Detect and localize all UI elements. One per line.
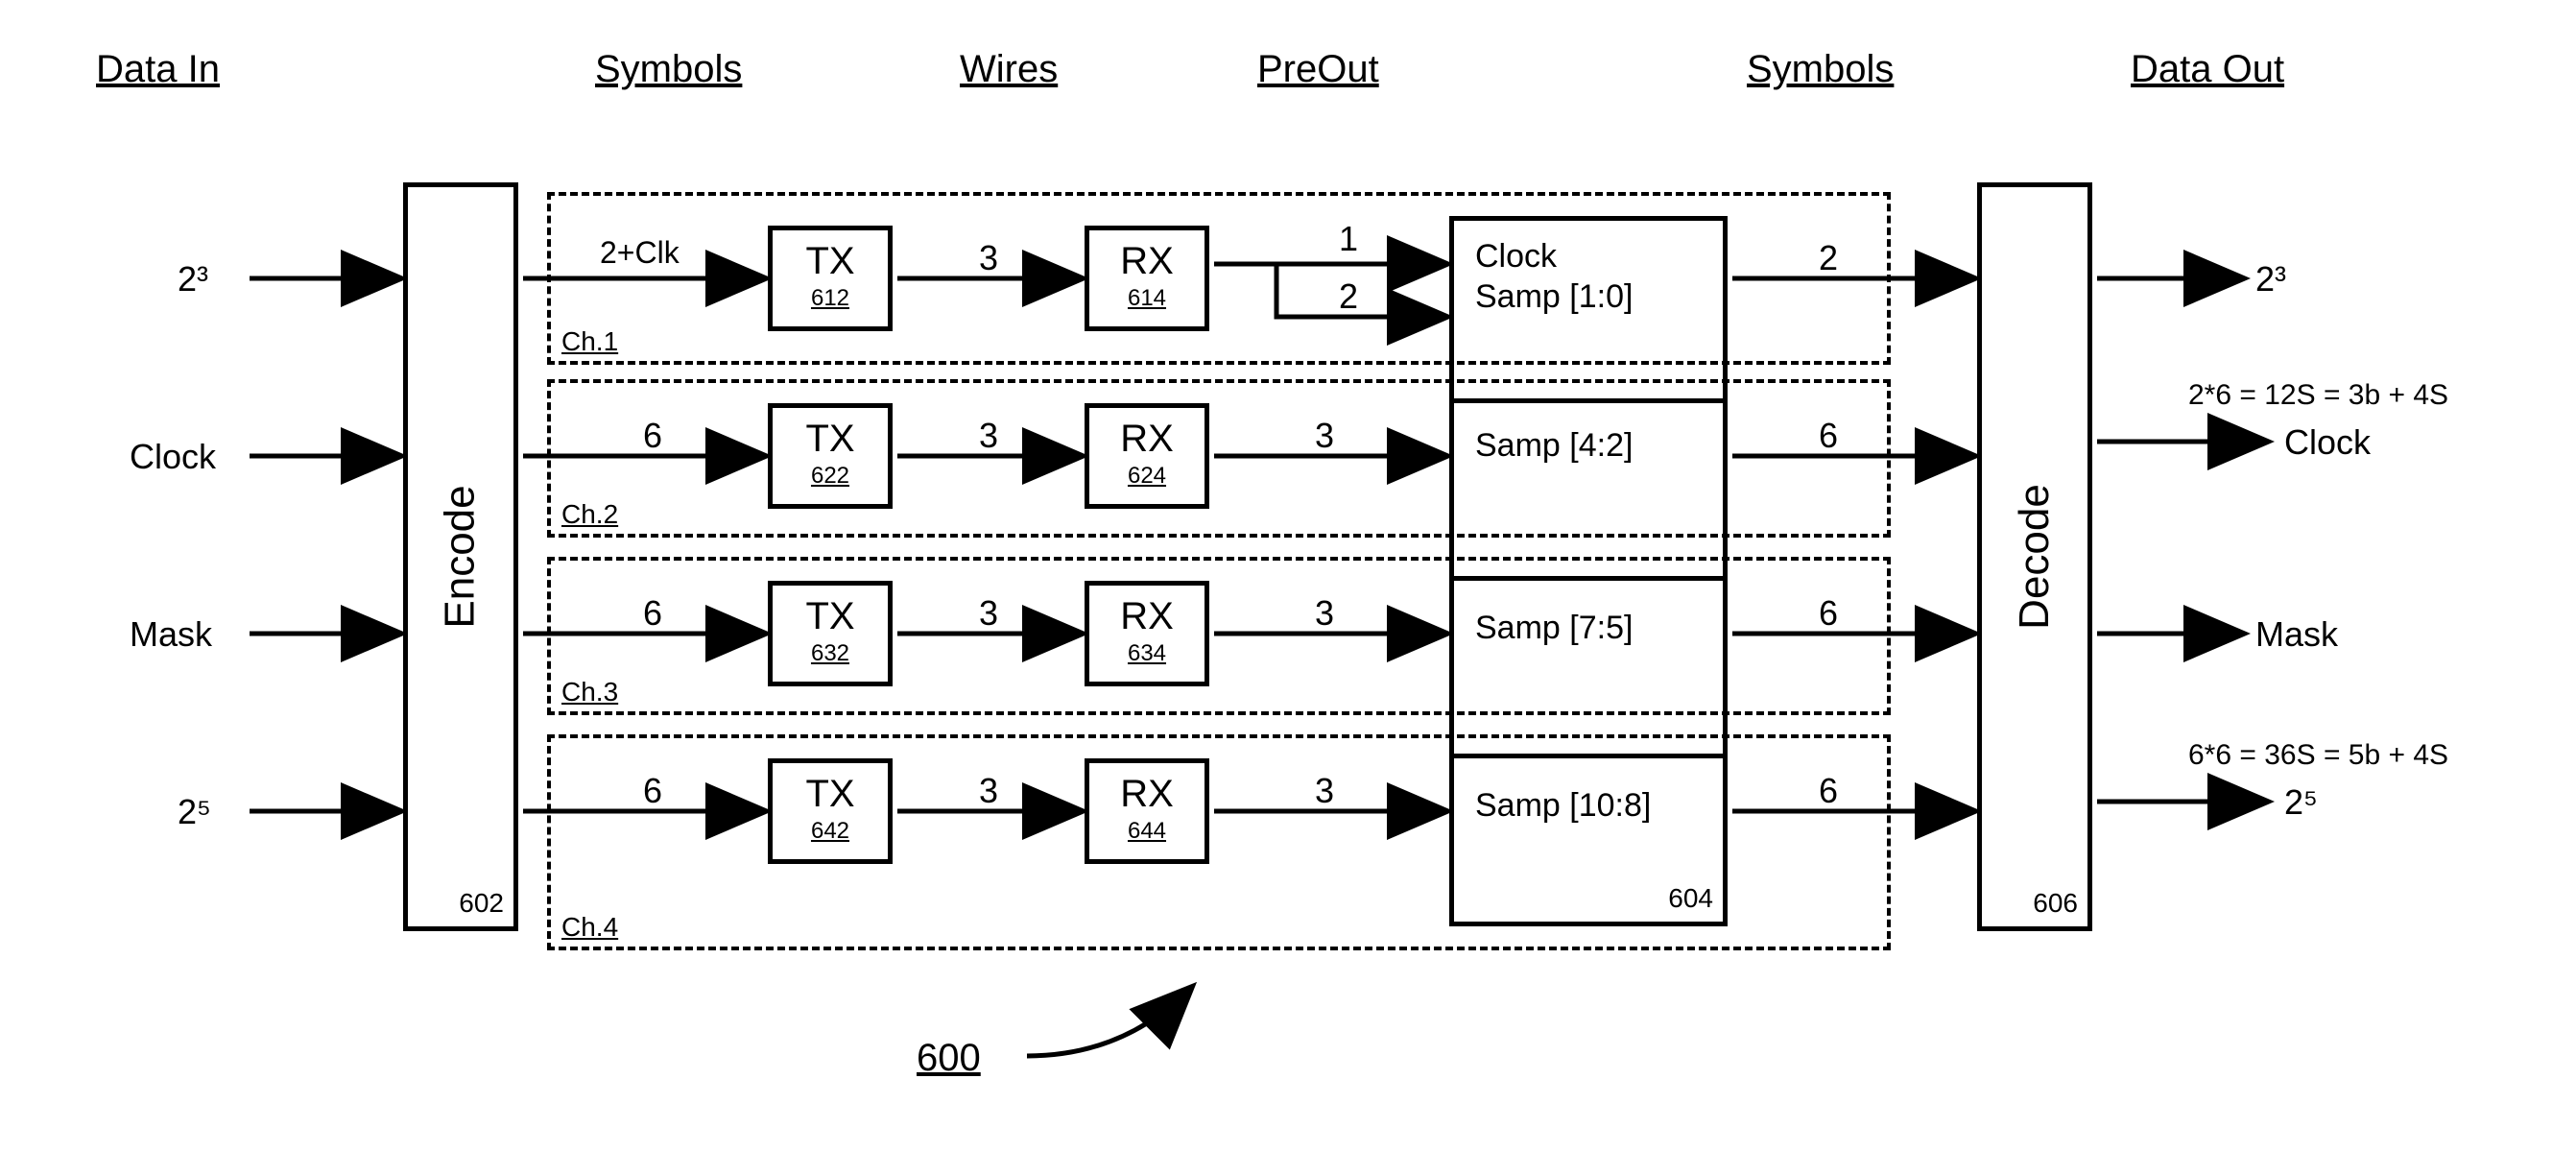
decode-num: 606 [2033, 888, 2078, 919]
encode-num: 602 [459, 888, 504, 919]
tx-622-num: 622 [773, 463, 888, 490]
input-mask: Mask [130, 614, 212, 655]
rx-624-label: RX [1089, 418, 1205, 461]
ch2-symIn: 6 [643, 416, 662, 456]
tx-632-label: TX [773, 595, 888, 638]
header-wires: Wires [960, 48, 1058, 91]
header-data-out: Data Out [2131, 48, 2284, 91]
tx-622-label: TX [773, 418, 888, 461]
encode-block: Encode 602 [403, 182, 518, 931]
tx-612: TX 612 [768, 226, 893, 331]
ch1-pre2: 2 [1339, 276, 1358, 317]
ch1-label: Ch.1 [561, 326, 618, 357]
tx-622: TX 622 [768, 403, 893, 509]
ch3-wires: 3 [979, 593, 998, 634]
ch1-dash [547, 192, 1891, 365]
output-23: 2³ [2255, 259, 2286, 300]
rx-634: RX 634 [1085, 581, 1209, 686]
output-eq1: 2*6 = 12S = 3b + 4S [2188, 379, 2448, 412]
ch2-pre: 3 [1315, 416, 1334, 456]
rx-634-label: RX [1089, 595, 1205, 638]
encode-label: Encode [437, 485, 485, 628]
tx-642-num: 642 [773, 818, 888, 845]
input-clock: Clock [130, 437, 216, 477]
ch1-pre1: 1 [1339, 219, 1358, 259]
output-eq2: 6*6 = 36S = 5b + 4S [2188, 739, 2448, 772]
ch2-symOut: 6 [1819, 416, 1838, 456]
ch1-symOut: 2 [1819, 238, 1838, 278]
header-symbols-right: Symbols [1747, 48, 1894, 91]
ch3-label: Ch.3 [561, 677, 618, 707]
ch3-pre: 3 [1315, 593, 1334, 634]
tx-612-num: 612 [773, 285, 888, 312]
ch3-dash [547, 557, 1891, 715]
output-clock: Clock [2284, 422, 2371, 463]
output-mask: Mask [2255, 614, 2338, 655]
rx-614: RX 614 [1085, 226, 1209, 331]
header-symbols-left: Symbols [595, 48, 742, 91]
tx-612-label: TX [773, 240, 888, 283]
ch2-label: Ch.2 [561, 499, 618, 530]
ch1-wires: 3 [979, 238, 998, 278]
tx-632-num: 632 [773, 640, 888, 667]
rx-634-num: 634 [1089, 640, 1205, 667]
rx-624-num: 624 [1089, 463, 1205, 490]
ch4-dash [547, 734, 1891, 950]
rx-644-num: 644 [1089, 818, 1205, 845]
rx-614-num: 614 [1089, 285, 1205, 312]
figure-number: 600 [917, 1037, 981, 1080]
rx-614-label: RX [1089, 240, 1205, 283]
rx-644: RX 644 [1085, 758, 1209, 864]
header-preout: PreOut [1257, 48, 1379, 91]
decode-block: Decode 606 [1977, 182, 2092, 931]
tx-632: TX 632 [768, 581, 893, 686]
ch3-symOut: 6 [1819, 593, 1838, 634]
header-data-in: Data In [96, 48, 220, 91]
tx-642: TX 642 [768, 758, 893, 864]
decode-label: Decode [2011, 484, 2059, 630]
rx-644-label: RX [1089, 773, 1205, 816]
output-25: 2⁵ [2284, 782, 2318, 823]
ch2-dash [547, 379, 1891, 538]
ch1-symIn: 2+Clk [600, 235, 680, 271]
tx-642-label: TX [773, 773, 888, 816]
ch4-symOut: 6 [1819, 771, 1838, 811]
ch4-pre: 3 [1315, 771, 1334, 811]
input-25: 2⁵ [178, 792, 211, 832]
ch2-wires: 3 [979, 416, 998, 456]
ch4-symIn: 6 [643, 771, 662, 811]
ch4-label: Ch.4 [561, 912, 618, 943]
input-23: 2³ [178, 259, 208, 300]
ch4-wires: 3 [979, 771, 998, 811]
ch3-symIn: 6 [643, 593, 662, 634]
rx-624: RX 624 [1085, 403, 1209, 509]
